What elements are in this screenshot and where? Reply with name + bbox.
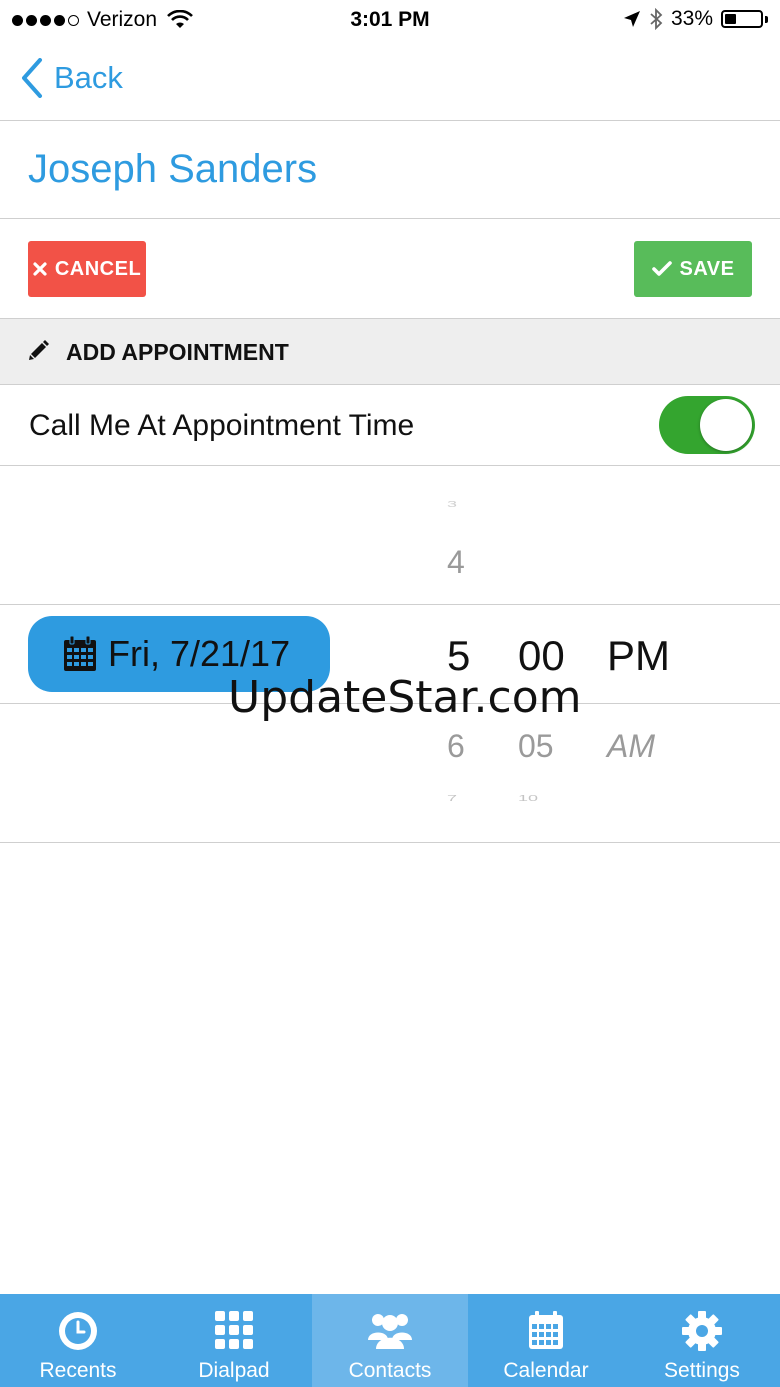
call-me-toggle[interactable]: [659, 396, 755, 454]
calendar-icon: [64, 635, 96, 671]
calendar-icon: [529, 1311, 563, 1349]
status-bar: Verizon 3:01 PM 33%: [0, 0, 780, 40]
tab-settings[interactable]: Settings: [624, 1294, 780, 1387]
section-header: ADD APPOINTMENT: [0, 319, 780, 385]
location-arrow-icon: [623, 11, 640, 27]
checkmark-icon: [651, 261, 672, 276]
date-time-picker[interactable]: 3 4 5 6 7 00 05 10 PM AM Fri, 7/21/17: [0, 466, 780, 843]
picker-period-selected[interactable]: PM: [607, 632, 670, 680]
picker-hour-option[interactable]: 3: [447, 500, 457, 509]
save-label: SAVE: [679, 257, 735, 280]
navigation-bar: Back: [0, 40, 780, 121]
picker-hour-option[interactable]: 6: [447, 728, 465, 765]
tab-label: Calendar: [503, 1359, 589, 1382]
tab-label: Recents: [39, 1359, 117, 1382]
tab-label: Contacts: [348, 1359, 432, 1382]
chevron-left-icon: [22, 58, 42, 98]
toggle-knob: [700, 399, 752, 451]
cancel-button[interactable]: CANCEL: [28, 241, 146, 297]
back-label: Back: [54, 60, 123, 95]
bluetooth-icon: [650, 8, 663, 30]
battery-tip: [765, 15, 768, 23]
picker-period-option[interactable]: AM: [607, 728, 655, 765]
gear-icon: [682, 1311, 722, 1351]
battery-icon: [721, 10, 763, 28]
picker-hour-option[interactable]: 4: [447, 544, 465, 581]
contacts-icon: [368, 1314, 412, 1349]
save-button[interactable]: SAVE: [634, 241, 752, 297]
action-button-row: CANCEL SAVE: [0, 219, 780, 319]
tab-dialpad[interactable]: Dialpad: [156, 1294, 312, 1387]
battery-percent: 33%: [670, 7, 713, 30]
cancel-label: CANCEL: [54, 257, 142, 280]
date-label: Fri, 7/21/17: [108, 633, 291, 674]
dialpad-icon: [215, 1311, 253, 1349]
tab-contacts[interactable]: Contacts: [312, 1294, 468, 1387]
call-me-label: Call Me At Appointment Time: [29, 409, 415, 442]
status-right: 33%: [623, 7, 768, 31]
contact-name: Joseph Sanders: [28, 147, 318, 191]
tab-label: Settings: [664, 1359, 740, 1382]
call-me-row: Call Me At Appointment Time: [0, 385, 780, 466]
picker-minute-option[interactable]: 10: [518, 794, 538, 803]
tab-recents[interactable]: Recents: [0, 1294, 156, 1387]
tab-bar: Recents Dialpad Contacts Calendar Settin…: [0, 1294, 780, 1387]
clock-icon: [59, 1312, 97, 1350]
picker-minute-option[interactable]: 05: [518, 728, 554, 765]
watermark-text: UpdateStar.com: [228, 672, 582, 723]
picker-hour-option[interactable]: 7: [447, 794, 457, 803]
tab-label: Dialpad: [198, 1359, 270, 1382]
back-button[interactable]: Back: [20, 58, 123, 98]
tab-calendar[interactable]: Calendar: [468, 1294, 624, 1387]
close-icon: [33, 262, 47, 276]
contact-header: Joseph Sanders: [0, 121, 780, 219]
section-title: ADD APPOINTMENT: [66, 339, 289, 365]
picker-selection-top: [0, 604, 780, 605]
pencil-icon: [29, 340, 49, 360]
